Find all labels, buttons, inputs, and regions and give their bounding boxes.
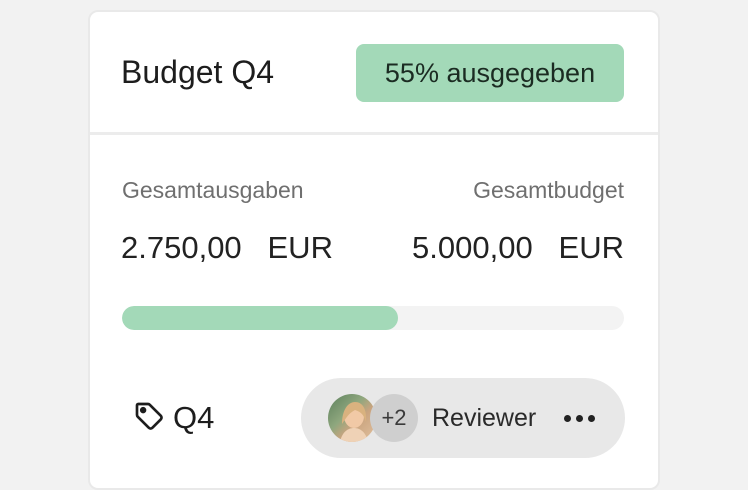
budget-amount: 5.000,00 EUR <box>412 230 624 265</box>
tag-icon <box>133 400 165 437</box>
budget-label: Gesamtbudget <box>473 177 624 203</box>
avatar <box>328 394 376 442</box>
reviewer-pill[interactable]: +2 Reviewer <box>301 378 625 458</box>
budget-card: Budget Q4 55% ausgegeben Gesamtausgaben … <box>88 10 660 490</box>
tag-label: Q4 <box>173 400 215 435</box>
more-reviewers-count: +2 <box>370 394 418 442</box>
status-badge: 55% ausgegeben <box>356 44 624 102</box>
budget-progress-bar <box>122 306 624 330</box>
more-horizontal-icon <box>563 414 571 422</box>
spent-label: Gesamtausgaben <box>122 177 304 203</box>
progress-fill <box>122 306 399 330</box>
reviewer-label: Reviewer <box>432 404 537 432</box>
card-header: Budget Q4 55% ausgegeben <box>90 12 658 135</box>
tag[interactable]: Q4 <box>133 398 214 438</box>
card-title: Budget Q4 <box>121 54 274 90</box>
spent-amount: 2.750,00 EUR <box>121 230 333 265</box>
more-options-button[interactable] <box>556 400 602 436</box>
